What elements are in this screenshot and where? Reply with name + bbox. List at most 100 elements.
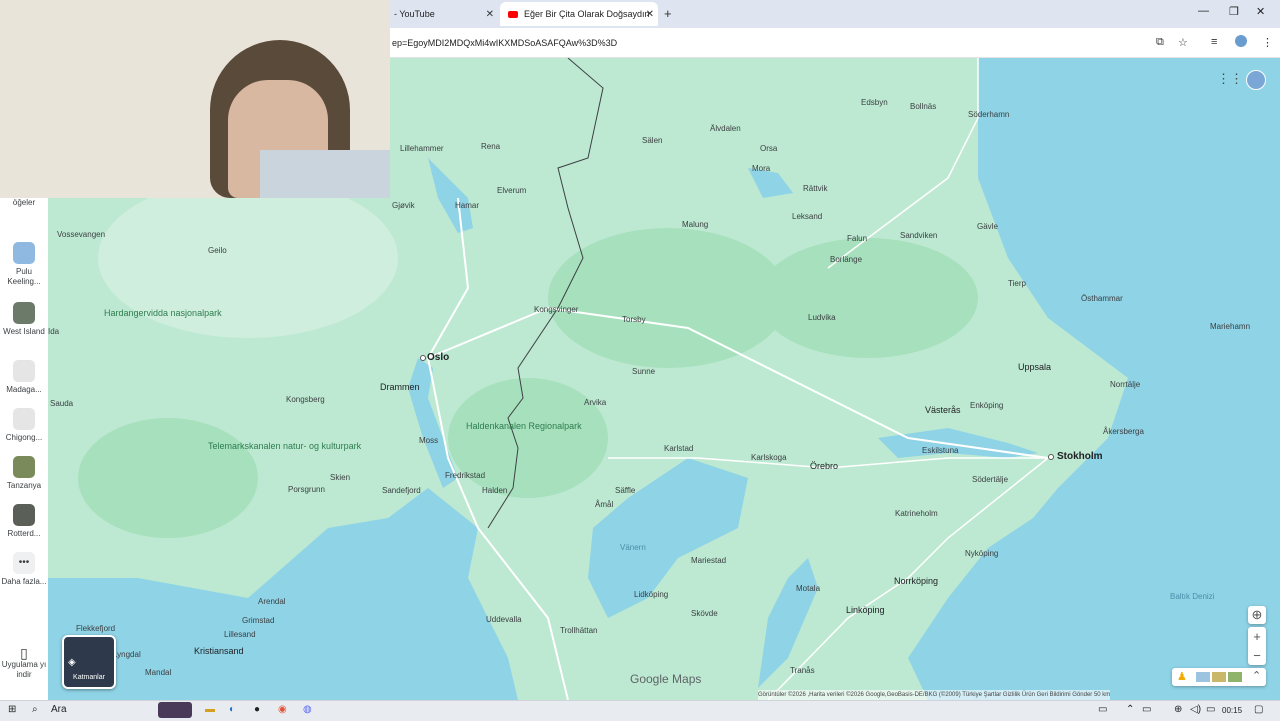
tab-active[interactable]: Eğer Bir Çita Olarak Doğsaydın ✕ bbox=[500, 2, 658, 26]
place-label[interactable]: Gävle bbox=[977, 222, 998, 231]
place-label[interactable]: Katrineholm bbox=[895, 509, 938, 518]
window-close-icon[interactable]: ✕ bbox=[1256, 5, 1265, 18]
search-icon[interactable]: ⌕ bbox=[32, 704, 38, 715]
chevron-up-icon[interactable]: ⌃ bbox=[1252, 669, 1261, 682]
lake-label[interactable]: Vänern bbox=[620, 543, 646, 552]
notification-icon[interactable]: ▢ bbox=[1254, 704, 1263, 715]
place-label[interactable]: Norrköping bbox=[894, 576, 938, 586]
park-label[interactable]: Haldenkanalen Regionalpark bbox=[466, 421, 582, 431]
sidebar-item-madagascar[interactable]: Madaga... bbox=[0, 360, 48, 395]
display-icon[interactable]: ▭ bbox=[1206, 704, 1215, 715]
zoom-out-button[interactable]: − bbox=[1248, 646, 1266, 665]
place-label[interactable]: Grimstad bbox=[242, 616, 274, 625]
place-label[interactable]: Rena bbox=[481, 142, 500, 151]
place-label[interactable]: Sauda bbox=[50, 399, 73, 408]
discord-icon[interactable]: ◍ bbox=[303, 704, 312, 715]
place-label[interactable]: Halden bbox=[482, 486, 507, 495]
place-label[interactable]: Porsgrunn bbox=[288, 485, 325, 494]
media-icon[interactable]: ≡ bbox=[1211, 36, 1217, 48]
close-icon[interactable]: ✕ bbox=[646, 9, 654, 20]
sidebar-item-chigong[interactable]: Chigong... bbox=[0, 408, 48, 443]
place-label[interactable]: Arvika bbox=[584, 398, 606, 407]
my-location-button[interactable]: ⊕ bbox=[1248, 606, 1266, 624]
place-label[interactable]: Norrtälje bbox=[1110, 380, 1140, 389]
place-label[interactable]: Mariehamn bbox=[1210, 322, 1250, 331]
edge-icon[interactable]: ◐ bbox=[229, 704, 235, 715]
place-label[interactable]: Ida bbox=[48, 327, 59, 336]
restore-icon[interactable]: ❐ bbox=[1229, 5, 1239, 18]
place-label[interactable]: Karlstad bbox=[664, 444, 693, 453]
close-icon[interactable]: ✕ bbox=[486, 9, 494, 20]
place-label[interactable]: Lillehammer bbox=[400, 144, 444, 153]
pegman-icon[interactable]: ♟ bbox=[1177, 670, 1187, 683]
place-label[interactable]: Lillesand bbox=[224, 630, 256, 639]
place-label[interactable]: Uddevalla bbox=[486, 615, 522, 624]
windows-start-icon[interactable]: ⊞ bbox=[8, 704, 16, 715]
street-view-strip[interactable]: ♟ ⌃ bbox=[1172, 668, 1266, 686]
place-label[interactable]: Fredrikstad bbox=[445, 471, 485, 480]
place-label[interactable]: Linköping bbox=[846, 605, 885, 615]
menu-dots-icon[interactable]: ⋮ bbox=[1262, 36, 1273, 49]
place-label[interactable]: Mora bbox=[752, 164, 770, 173]
place-label[interactable]: Lyngdal bbox=[113, 650, 141, 659]
chrome-icon[interactable]: ◉ bbox=[278, 704, 287, 715]
place-label[interactable]: Geilo bbox=[208, 246, 227, 255]
place-label[interactable]: Tranås bbox=[790, 666, 815, 675]
place-label[interactable]: Malung bbox=[682, 220, 708, 229]
sidebar-item-rotterdam[interactable]: Rotterd... bbox=[0, 504, 48, 539]
place-label[interactable]: Skien bbox=[330, 473, 350, 482]
place-label[interactable]: Bollnäs bbox=[910, 102, 936, 111]
place-label[interactable]: Lidköping bbox=[634, 590, 668, 599]
place-label[interactable]: Åmål bbox=[595, 500, 613, 509]
place-label[interactable]: Nyköping bbox=[965, 549, 998, 558]
volume-icon[interactable]: ◁) bbox=[1190, 704, 1201, 715]
new-tab-button[interactable]: + bbox=[664, 6, 672, 21]
place-label[interactable]: Enköping bbox=[970, 401, 1003, 410]
place-label[interactable]: Mandal bbox=[145, 668, 171, 677]
place-label[interactable]: Kristiansand bbox=[194, 646, 244, 656]
place-label[interactable]: Tierp bbox=[1008, 279, 1026, 288]
place-label[interactable]: Uppsala bbox=[1018, 362, 1051, 372]
install-icon[interactable]: ⧉ bbox=[1156, 36, 1164, 49]
place-label[interactable]: Elverum bbox=[497, 186, 526, 195]
place-label[interactable]: Leksand bbox=[792, 212, 822, 221]
minimize-icon[interactable]: — bbox=[1198, 5, 1209, 17]
place-label[interactable]: Hamar bbox=[455, 201, 479, 210]
taskbar-widget[interactable] bbox=[158, 702, 192, 718]
layers-button[interactable]: ◈ Katmanlar bbox=[62, 635, 116, 689]
taskbar-search-label[interactable]: Ara bbox=[51, 704, 67, 715]
place-label[interactable]: Trollhättan bbox=[560, 626, 598, 635]
system-tray-icon[interactable]: ▭ bbox=[1098, 704, 1107, 715]
place-label[interactable]: Sandefjord bbox=[382, 486, 421, 495]
place-label[interactable]: Vossevangen bbox=[57, 230, 105, 239]
place-label[interactable]: Mariestad bbox=[691, 556, 726, 565]
place-label[interactable]: Borlänge bbox=[830, 255, 862, 264]
sidebar-item-west-island[interactable]: West Island bbox=[0, 302, 48, 337]
place-label[interactable]: Sunne bbox=[632, 367, 655, 376]
place-label[interactable]: Rättvik bbox=[803, 184, 827, 193]
place-label[interactable]: Säffle bbox=[615, 486, 635, 495]
download-app-link[interactable]: ▯ Uygulama yı indir bbox=[0, 646, 48, 680]
imagery-thumb[interactable] bbox=[1212, 672, 1226, 682]
place-label[interactable]: Åkersberga bbox=[1103, 427, 1144, 436]
zoom-in-button[interactable]: + bbox=[1248, 627, 1266, 646]
place-label[interactable]: Västerås bbox=[925, 405, 961, 415]
place-label[interactable]: Orsa bbox=[760, 144, 777, 153]
place-label[interactable]: Moss bbox=[419, 436, 438, 445]
place-label[interactable]: Falun bbox=[847, 234, 867, 243]
place-label[interactable]: Flekkefjord bbox=[76, 624, 115, 633]
map-attribution[interactable]: Görüntüler ©2026 ,Harita verileri ©2026 … bbox=[758, 690, 1111, 700]
url-text[interactable]: ep=EgoyMDI2MDQxMi4wIKXMDSoASAFQAw%3D%3D bbox=[392, 38, 617, 48]
place-label[interactable]: Sälen bbox=[642, 136, 662, 145]
park-label[interactable]: Hardangervidda nasjonalpark bbox=[104, 308, 222, 318]
tab-youtube[interactable]: - YouTube ✕ bbox=[390, 2, 498, 26]
park-label[interactable]: Telemarkskanalen natur- og kulturpark bbox=[208, 441, 361, 451]
place-label[interactable]: Oslo bbox=[427, 352, 449, 363]
place-label[interactable]: Älvdalen bbox=[710, 124, 741, 133]
place-label[interactable]: Kongsberg bbox=[286, 395, 325, 404]
place-label[interactable]: Skövde bbox=[691, 609, 718, 618]
clock[interactable]: 00:15 bbox=[1222, 706, 1242, 715]
place-label[interactable]: Torsby bbox=[622, 315, 646, 324]
place-label[interactable]: Södertälje bbox=[972, 475, 1008, 484]
place-label[interactable]: Kongsvinger bbox=[534, 305, 578, 314]
